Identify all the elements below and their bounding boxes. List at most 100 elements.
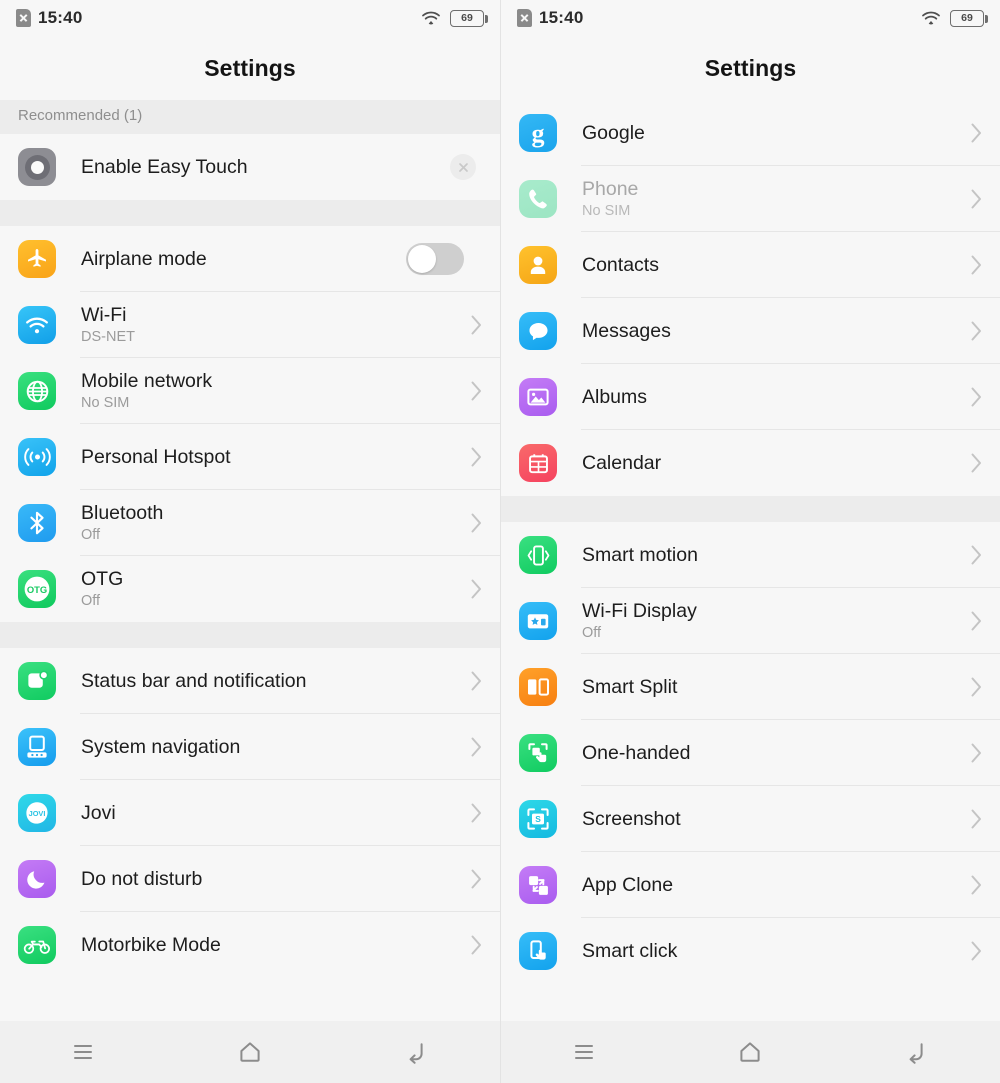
- status-bar-right: 69: [421, 9, 488, 27]
- list-item-calendar[interactable]: Calendar: [501, 430, 1000, 496]
- close-icon[interactable]: [450, 154, 476, 180]
- google-icon: g: [519, 114, 557, 152]
- list-item-smart-click[interactable]: Smart click: [501, 918, 1000, 984]
- list-item-personal-hotspot[interactable]: Personal Hotspot: [0, 424, 500, 490]
- status-bar-right: 69: [921, 9, 988, 27]
- hotspot-icon: [18, 438, 56, 476]
- chevron-right-icon: [456, 736, 500, 758]
- list-item-title: Jovi: [81, 801, 116, 824]
- calendar-icon: [519, 444, 557, 482]
- list-item-contacts[interactable]: Contacts: [501, 232, 1000, 298]
- list-item-airplane-mode[interactable]: Airplane mode: [0, 226, 500, 292]
- list-item-do-not-disturb[interactable]: Do not disturb: [0, 846, 500, 912]
- list-item-title: Google: [582, 121, 645, 144]
- list-item-app-clone[interactable]: App Clone: [501, 852, 1000, 918]
- status-bar-clock: 15:40: [38, 8, 83, 27]
- list-item-labels: Personal Hotspot: [81, 446, 456, 468]
- list-item-jovi[interactable]: JOVI Jovi: [0, 780, 500, 846]
- list-item-labels: OTG Off: [81, 568, 456, 609]
- list-item-title: Contacts: [582, 253, 659, 276]
- chevron-right-icon: [456, 446, 500, 468]
- dual-screenshot-container: 15:40 69 Settings Recommended (1) Enable Eas…: [0, 0, 1000, 1083]
- list-item-title: Enable Easy Touch: [81, 155, 248, 178]
- page-title: Settings: [704, 54, 797, 81]
- menu-icon[interactable]: [0, 1021, 167, 1083]
- navigation-bar: [501, 1021, 1000, 1083]
- settings-list: Recommended (1) Enable Easy Touch Airplane…: [0, 100, 500, 1021]
- list-item-title: One-handed: [582, 741, 691, 764]
- list-item-messages[interactable]: Messages: [501, 298, 1000, 364]
- list-item-status-bar-and-notification[interactable]: Status bar and notification: [0, 648, 500, 714]
- section-gap: [501, 496, 1000, 522]
- status-bar: 15:40 69: [0, 0, 500, 36]
- list-item-one-handed[interactable]: One-handed: [501, 720, 1000, 786]
- albums-icon: [519, 378, 557, 416]
- list-item-smart-motion[interactable]: Smart motion: [501, 522, 1000, 588]
- list-item-title: Screenshot: [582, 807, 681, 830]
- list-item-albums[interactable]: Albums: [501, 364, 1000, 430]
- list-item-motorbike-mode[interactable]: Motorbike Mode: [0, 912, 500, 978]
- list-item-subtitle: Off: [81, 592, 101, 609]
- list-item-title: Albums: [582, 385, 648, 408]
- list-item-title: Smart Split: [582, 675, 678, 698]
- back-icon[interactable]: [834, 1021, 1000, 1083]
- list-item-title: Airplane mode: [81, 247, 207, 270]
- bluetooth-icon: [18, 504, 56, 542]
- notification-icon: [18, 662, 56, 700]
- sim-no-service-icon: [16, 9, 31, 27]
- chevron-right-icon: [956, 874, 1000, 896]
- menu-icon[interactable]: [501, 1021, 667, 1083]
- chevron-right-icon: [956, 386, 1000, 408]
- list-item-smart-split[interactable]: Smart Split: [501, 654, 1000, 720]
- svg-text:JOVI: JOVI: [29, 809, 46, 818]
- list-item-screenshot[interactable]: S Screenshot: [501, 786, 1000, 852]
- list-item-google[interactable]: g Google: [501, 100, 1000, 166]
- chevron-right-icon: [456, 802, 500, 824]
- moon-icon: [18, 860, 56, 898]
- chevron-right-icon: [956, 544, 1000, 566]
- list-item-mobile-network[interactable]: Mobile network No SIM: [0, 358, 500, 424]
- back-icon[interactable]: [333, 1021, 500, 1083]
- list-item-otg[interactable]: OTG OTG Off: [0, 556, 500, 622]
- home-icon[interactable]: [167, 1021, 334, 1083]
- list-item-wifi[interactable]: Wi-Fi DS-NET: [0, 292, 500, 358]
- chevron-right-icon: [956, 610, 1000, 632]
- phone-screen-2: 15:40 69 Settings g Google Phone No SIM Contact…: [500, 0, 1000, 1083]
- list-item-labels: Enable Easy Touch: [81, 156, 450, 178]
- list-item-system-navigation[interactable]: System navigation: [0, 714, 500, 780]
- smart-click-icon: [519, 932, 557, 970]
- list-item-labels: Mobile network No SIM: [81, 370, 456, 411]
- status-bar-clock: 15:40: [539, 8, 584, 27]
- list-item-labels: Albums: [582, 386, 956, 408]
- list-item-title: System navigation: [81, 735, 241, 758]
- svg-text:S: S: [535, 814, 541, 824]
- list-item-wifi-display[interactable]: Wi-Fi Display Off: [501, 588, 1000, 654]
- airplane-mode-toggle[interactable]: [406, 243, 464, 275]
- list-item-phone[interactable]: Phone No SIM: [501, 166, 1000, 232]
- list-item-enable-easy-touch[interactable]: Enable Easy Touch: [0, 134, 500, 200]
- list-item-labels: Google: [582, 122, 956, 144]
- chevron-right-icon: [956, 808, 1000, 830]
- chevron-right-icon: [956, 320, 1000, 342]
- battery-level: 69: [461, 11, 473, 24]
- list-item-labels: Calendar: [582, 452, 956, 474]
- list-item-labels: Contacts: [582, 254, 956, 276]
- svg-text:OTG: OTG: [27, 584, 47, 595]
- globe-icon: [18, 372, 56, 410]
- list-item-subtitle: No SIM: [582, 202, 631, 219]
- chevron-right-icon: [956, 188, 1000, 210]
- list-item-labels: Smart motion: [582, 544, 956, 566]
- list-item-bluetooth[interactable]: Bluetooth Off: [0, 490, 500, 556]
- svg-text:g: g: [532, 119, 545, 148]
- battery-icon: 69: [450, 9, 488, 27]
- chevron-right-icon: [456, 314, 500, 336]
- list-item-title: Smart click: [582, 939, 678, 962]
- home-icon[interactable]: [667, 1021, 833, 1083]
- list-item-title: Phone: [582, 178, 639, 201]
- jovi-icon: JOVI: [18, 794, 56, 832]
- airplane-icon: [18, 240, 56, 278]
- chevron-right-icon: [456, 934, 500, 956]
- section-header: Recommended (1): [0, 100, 500, 134]
- list-item-subtitle: Off: [81, 526, 101, 543]
- list-item-labels: Wi-Fi Display Off: [582, 600, 956, 641]
